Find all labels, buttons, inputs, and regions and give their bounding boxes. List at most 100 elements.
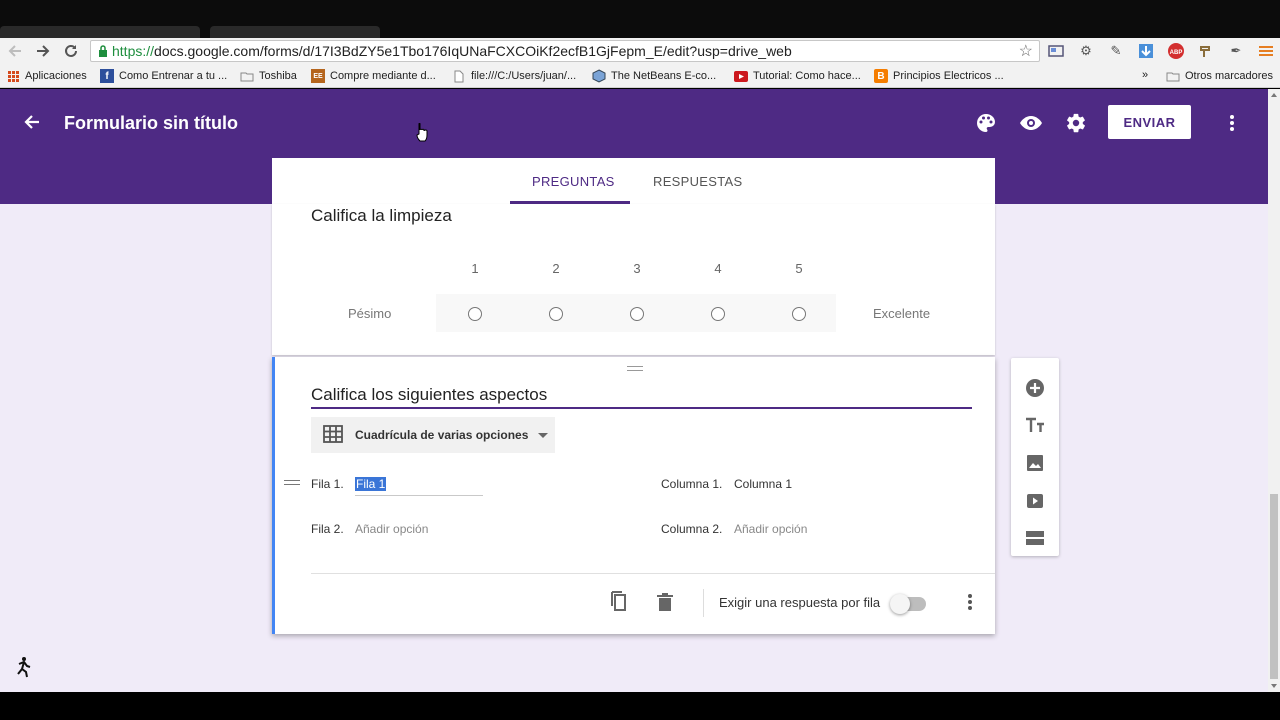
download-icon[interactable]	[1135, 40, 1157, 62]
bookmark-item[interactable]: The NetBeans E-co...	[592, 69, 716, 83]
row-1-text: Fila 1	[355, 477, 387, 491]
gear-extension-icon[interactable]: ⚙	[1075, 40, 1097, 62]
add-image-icon[interactable]	[1023, 451, 1047, 475]
add-question-icon[interactable]	[1023, 376, 1047, 400]
scale-min-label: Pésimo	[348, 306, 392, 321]
scale-number: 2	[552, 261, 560, 276]
bookmark-item[interactable]: B Principios Electricos ...	[874, 69, 1004, 83]
bookmark-label: Aplicaciones	[25, 70, 87, 82]
bottom-bar	[0, 692, 1280, 720]
address-bar[interactable]: https:// docs.google.com/forms/d/17I3BdZ…	[90, 40, 1040, 62]
tabs-bar: PREGUNTAS RESPUESTAS	[272, 158, 995, 204]
scrollbar-thumb[interactable]	[1270, 494, 1278, 679]
bookmark-item[interactable]: Tutorial: Como hace...	[734, 69, 861, 83]
back-arrow-icon[interactable]	[22, 112, 42, 132]
title-underline	[311, 407, 972, 409]
duplicate-icon[interactable]	[608, 590, 632, 614]
bookmark-label: Como Entrenar a tu ...	[119, 70, 228, 82]
footer-separator	[703, 589, 704, 617]
row-1-input[interactable]: Fila 1	[355, 477, 387, 491]
extension-icons: ⚙ ✎ ABP ✒	[1045, 40, 1277, 62]
question-title[interactable]: Califica la limpieza	[311, 206, 452, 226]
browser-tab[interactable]	[0, 26, 200, 38]
scale-radio[interactable]	[630, 307, 644, 321]
delete-icon[interactable]	[653, 590, 677, 614]
eyedropper-icon[interactable]: ✎	[1105, 40, 1127, 62]
scale-number: 1	[471, 261, 479, 276]
bookmark-item[interactable]: file:///C:/Users/juan/...	[452, 69, 576, 83]
forward-icon[interactable]	[30, 38, 56, 64]
send-button[interactable]: ENVIAR	[1108, 105, 1191, 139]
scale-radio[interactable]	[711, 307, 725, 321]
tab-responses[interactable]: RESPUESTAS	[653, 158, 742, 204]
scroll-down-icon[interactable]	[1271, 684, 1277, 688]
settings-gear-icon[interactable]	[1064, 111, 1088, 135]
folder-icon	[1166, 69, 1180, 83]
bookmark-item[interactable]: Toshiba	[240, 69, 297, 83]
bookmark-label: file:///C:/Users/juan/...	[471, 70, 577, 82]
form-title[interactable]: Formulario sin título	[64, 113, 238, 134]
bookmark-label: Tutorial: Como hace...	[753, 70, 861, 82]
more-vert-icon[interactable]	[1220, 111, 1244, 135]
add-title-text-icon[interactable]	[1023, 413, 1047, 437]
bookmark-item[interactable]: EE Compre mediante d...	[311, 69, 436, 83]
bookmark-label: The NetBeans E-co...	[611, 70, 717, 82]
url-text: docs.google.com/forms/d/17I3BdZY5e1Tbo17…	[154, 43, 792, 59]
page-scrollbar[interactable]	[1268, 89, 1280, 692]
extension-card-icon[interactable]	[1045, 40, 1067, 62]
bookmarks-bar: Aplicaciones f Como Entrenar a tu ... To…	[0, 64, 1280, 88]
bookmark-label: Otros marcadores	[1185, 70, 1274, 82]
row-1-label: Fila 1.	[311, 477, 344, 491]
more-vert-icon[interactable]	[958, 590, 982, 614]
bookmarks-overflow[interactable]: »	[1142, 69, 1148, 81]
card-divider	[311, 573, 995, 574]
palette-icon[interactable]	[974, 111, 998, 135]
bookmark-apps[interactable]: Aplicaciones	[6, 69, 87, 83]
drag-handle-icon[interactable]	[627, 366, 643, 371]
folder-icon	[240, 69, 254, 83]
column-2-label: Columna 2.	[661, 522, 723, 536]
add-section-icon[interactable]	[1023, 526, 1047, 550]
pen-icon[interactable]: ✒	[1225, 40, 1247, 62]
grid-icon	[323, 424, 343, 446]
column-1-label: Columna 1.	[661, 477, 723, 491]
lock-icon	[94, 45, 112, 57]
bookmark-item[interactable]: f Como Entrenar a tu ...	[100, 69, 227, 83]
preview-eye-icon[interactable]	[1019, 111, 1043, 135]
column-1-input[interactable]: Columna 1	[734, 477, 792, 491]
youtube-icon	[734, 69, 748, 83]
accessibility-runner-icon[interactable]	[14, 656, 32, 678]
row-2-add-option[interactable]: Añadir opción	[355, 522, 428, 536]
question-type-dropdown[interactable]: Cuadrícula de varias opciones	[311, 417, 555, 453]
question-card-grid[interactable]: Califica los siguientes aspectos Cuadríc…	[272, 357, 995, 634]
question-title[interactable]: Califica los siguientes aspectos	[311, 385, 547, 405]
row-drag-handle-icon[interactable]	[284, 480, 300, 485]
url-scheme: https://	[112, 43, 155, 59]
bookmark-star-icon[interactable]: ☆	[1019, 41, 1033, 61]
mouse-cursor-icon	[416, 122, 428, 143]
row-input-underline	[355, 495, 483, 496]
reload-icon[interactable]	[58, 38, 84, 64]
scale-number: 4	[714, 261, 722, 276]
tab-questions[interactable]: PREGUNTAS	[532, 158, 615, 204]
back-icon[interactable]	[2, 38, 28, 64]
other-bookmarks[interactable]: Otros marcadores	[1166, 69, 1273, 83]
ee-icon: EE	[311, 69, 325, 83]
browser-tab[interactable]	[210, 26, 380, 38]
scroll-up-icon[interactable]	[1271, 93, 1277, 97]
bookmark-label: Compre mediante d...	[330, 70, 436, 82]
menu-icon[interactable]	[1255, 40, 1277, 62]
page-icon	[452, 69, 466, 83]
adblock-icon[interactable]: ABP	[1165, 40, 1187, 62]
scale-radio[interactable]	[468, 307, 482, 321]
add-video-icon[interactable]	[1023, 489, 1047, 513]
question-card-linear-scale[interactable]: Califica la limpieza 1 2 3 4 5 Pésimo Ex…	[272, 204, 995, 355]
svg-text:ABP: ABP	[1170, 50, 1183, 56]
blogger-icon: B	[874, 69, 888, 83]
hammer-icon[interactable]	[1195, 40, 1217, 62]
required-toggle[interactable]	[890, 594, 926, 614]
scale-radio[interactable]	[792, 307, 806, 321]
row-2-label: Fila 2.	[311, 522, 344, 536]
scale-radio[interactable]	[549, 307, 563, 321]
column-2-add-option[interactable]: Añadir opción	[734, 522, 807, 536]
